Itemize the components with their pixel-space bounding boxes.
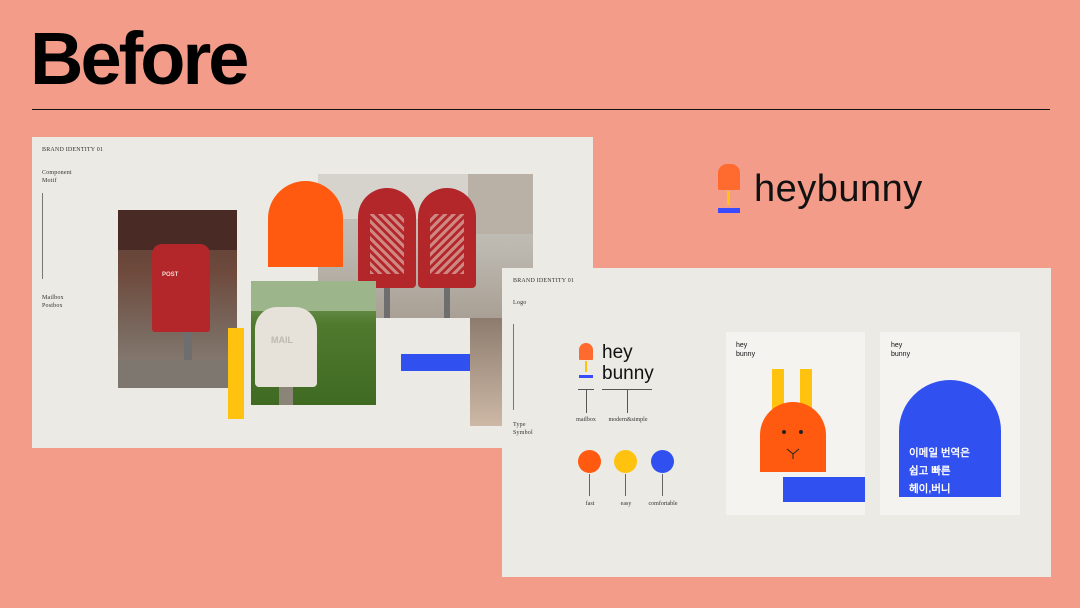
small-logo-mailbox-icon <box>579 343 593 360</box>
bunny-card-blue-bar <box>783 477 865 502</box>
board1-label-bottom: Mailbox Postbox <box>42 294 64 310</box>
bunny-eye-left <box>782 430 786 434</box>
white-mailbox-photo: MAIL <box>251 281 376 405</box>
korean-line1: 이메일 번역은 <box>909 447 970 459</box>
bunny-eye-right <box>799 430 803 434</box>
color-dot-fast <box>578 450 601 473</box>
page-title: Before <box>30 17 249 100</box>
board1-label-bottom-line1: Mailbox <box>42 295 64 301</box>
dot-label-fast: fast <box>585 501 595 507</box>
dot-line-easy <box>625 474 626 496</box>
small-logo-bunny: bunny <box>602 363 654 384</box>
korean-tagline: 이메일 번역은 쉽고 빠른 헤이,버니 <box>909 444 970 498</box>
postbox-sign: POST <box>162 272 179 278</box>
bracket-stem-mailbox <box>586 389 587 413</box>
bunny-card-line1: hey <box>736 342 748 349</box>
big-logo-mailbox-icon <box>718 164 740 190</box>
cropped-photo <box>470 318 502 426</box>
board2-label-bottom-line2: Symbol <box>513 430 533 436</box>
title-divider <box>32 109 1050 110</box>
white-mailbox <box>255 307 317 387</box>
board1-label-top-line2: Motif <box>42 178 57 184</box>
dot-label-comfortable: comfortable <box>648 501 678 507</box>
dot-line-comfortable <box>662 474 663 496</box>
board2-label-bottom: Type Symbol <box>513 421 533 437</box>
board2-header: BRAND IDENTITY 01 <box>513 278 575 284</box>
korean-line2: 쉽고 빠른 <box>909 465 951 477</box>
board1-label-top-line1: Component <box>42 170 72 176</box>
small-logo-hey: hey <box>602 342 633 363</box>
small-logo-post-icon <box>585 361 587 372</box>
korean-card-line2: bunny <box>891 351 911 358</box>
board2-divider <box>513 324 514 410</box>
big-logo-post-icon <box>727 191 730 205</box>
red-postbox-photo: POST <box>118 210 237 388</box>
board1-divider <box>42 193 43 279</box>
board2-label-top: Logo <box>513 300 527 306</box>
korean-card-line1: hey <box>891 342 903 349</box>
dot-label-easy: easy <box>620 501 632 507</box>
caption-modern-simple: modern&simple <box>608 417 648 423</box>
bunny-head-icon <box>760 402 826 472</box>
caption-mailbox: mailbox <box>576 417 596 423</box>
yellow-bar-shape <box>228 328 244 419</box>
korean-card-title: hey bunny <box>891 341 910 359</box>
board2-label-bottom-line1: Type <box>513 422 526 428</box>
board1-header: BRAND IDENTITY 01 <box>42 147 104 153</box>
color-dot-comfortable <box>651 450 674 473</box>
big-logo-base-icon <box>718 208 740 213</box>
small-logo-base-icon <box>579 375 593 378</box>
board1-label-bottom-line2: Postbox <box>42 303 63 309</box>
color-dot-easy <box>614 450 637 473</box>
big-logo-wordmark: heybunny <box>754 168 923 210</box>
dot-line-fast <box>589 474 590 496</box>
white-mailbox-sign: MAIL <box>271 335 293 345</box>
korean-line3: 헤이,버니 <box>909 483 951 495</box>
red-postbox <box>152 244 210 332</box>
bracket-stem-modern <box>627 389 628 413</box>
bunny-mouth-icon <box>786 448 800 459</box>
bunny-card-title: hey bunny <box>736 341 755 359</box>
bunny-card-line2: bunny <box>736 351 756 358</box>
orange-arch-shape <box>268 181 343 267</box>
board1-label-top: Component Motif <box>42 169 72 185</box>
